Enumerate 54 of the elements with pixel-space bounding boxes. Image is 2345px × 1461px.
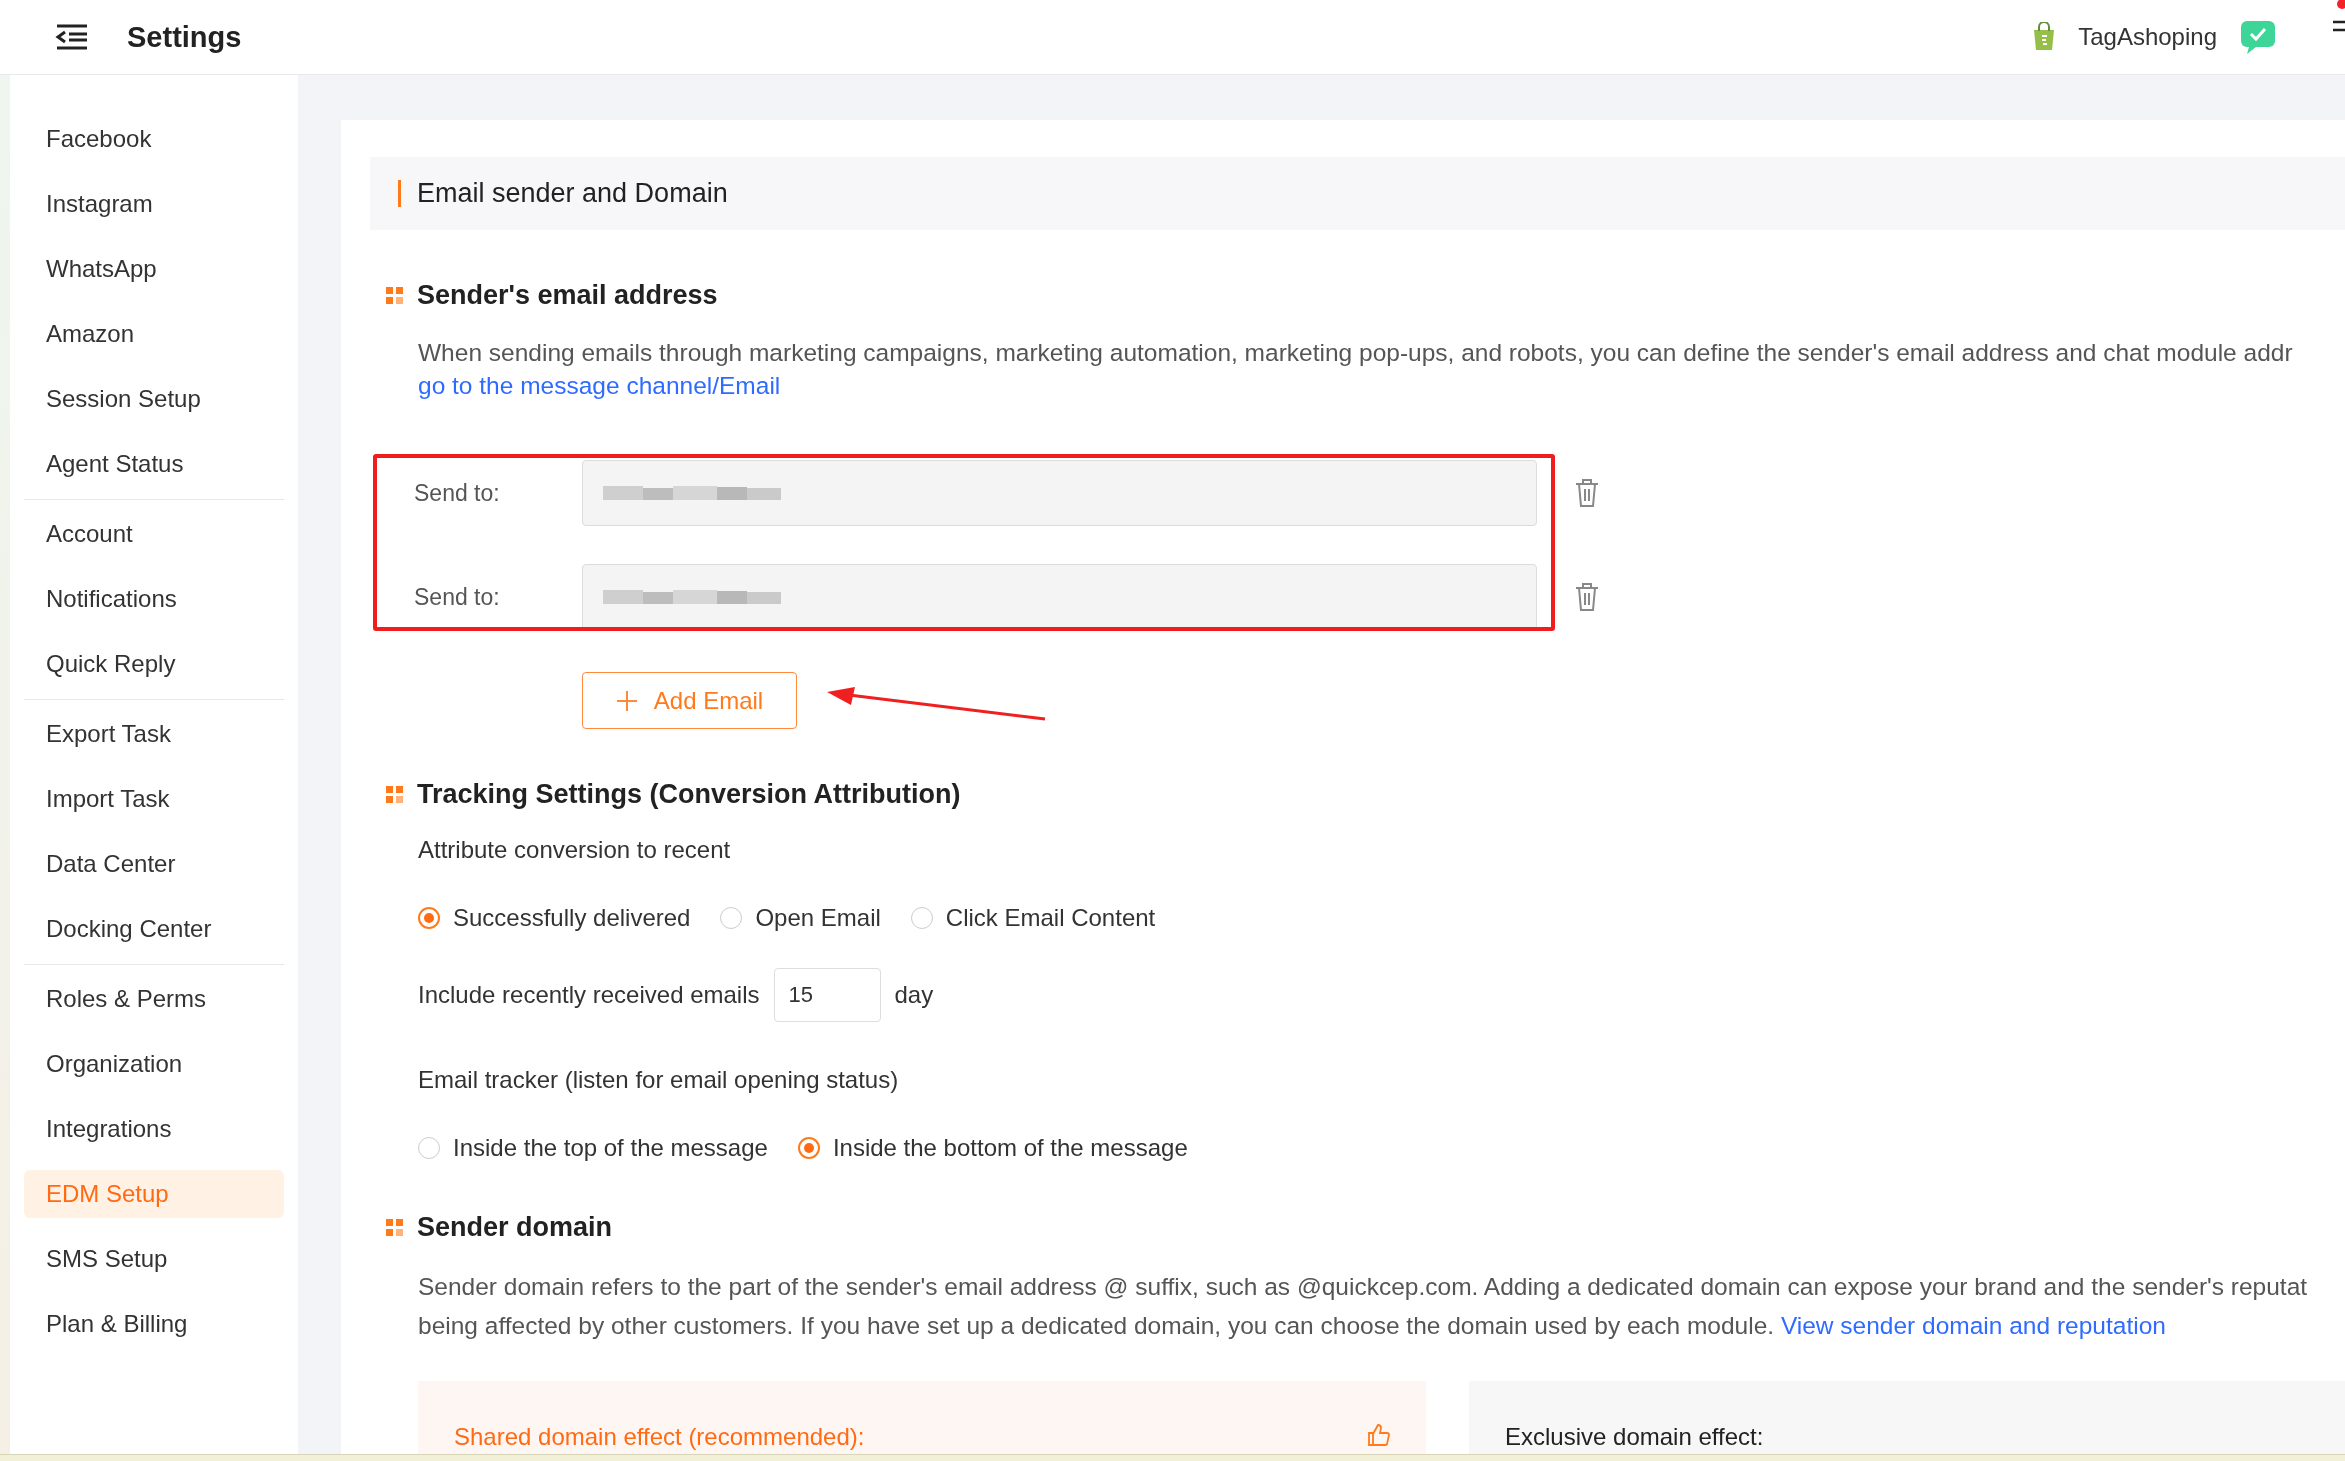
delete-icon[interactable] (1574, 478, 1600, 508)
field-label: Send to: (413, 479, 501, 507)
sidebar-item[interactable]: Docking Center (24, 905, 284, 953)
sidebar-item[interactable]: Agent Status (24, 440, 284, 488)
menu-icon[interactable] (55, 24, 89, 50)
delete-icon[interactable] (1574, 582, 1600, 612)
page-title: Settings (127, 20, 242, 54)
thumbs-up-icon (1366, 1423, 1390, 1447)
sidebar-item[interactable]: Integrations (24, 1105, 284, 1153)
sidebar-item[interactable]: Facebook (24, 115, 284, 163)
card-title: Shared domain effect (recommended): (454, 1423, 865, 1451)
sidebar-item[interactable]: Roles & Perms (24, 975, 284, 1023)
email-field[interactable] (582, 564, 1537, 630)
description-text: Sender domain refers to the part of the sender's email address @ suffix, such as @quickcep.com. Adding a dedicated domain can expose your brand and the sender's reputat being affected by other customers. If you have set up a dedicated domain, you can choose the domain used by each module. View sender domain and reputation (418, 1272, 2309, 1341)
field-label: Attribute conversion to recent (418, 836, 732, 864)
radio-label: Open Email (755, 904, 881, 932)
days-input[interactable]: 15 (773, 968, 881, 1022)
subsection-heading: Sender domain (417, 1212, 613, 1243)
email-field[interactable] (582, 460, 1537, 526)
subsection-heading: Sender's email address (417, 280, 718, 311)
domain-link[interactable]: View sender domain and reputation (1780, 1312, 2166, 1339)
sidebar-item[interactable]: Notifications (24, 575, 284, 623)
sidebar-item[interactable]: Export Task (24, 710, 284, 758)
radio-button[interactable] (910, 907, 933, 929)
sidebar-item[interactable]: Amazon (24, 310, 284, 358)
unit-label: day (894, 981, 934, 1009)
sidebar-item[interactable]: WhatsApp (24, 245, 284, 293)
radio-button[interactable] (720, 907, 743, 929)
sidebar-item[interactable]: Data Center (24, 840, 284, 888)
plus-icon (615, 689, 638, 712)
sidebar-item[interactable]: Instagram (24, 180, 284, 228)
radio-button[interactable] (797, 1137, 820, 1159)
field-label: Include recently received emails (418, 981, 760, 1009)
card-title: Exclusive domain effect: (1505, 1423, 1764, 1451)
grid-icon (386, 785, 404, 804)
sidebar-item[interactable]: SMS Setup (24, 1235, 284, 1283)
sidebar-item[interactable]: Import Task (24, 775, 284, 823)
radio-button[interactable] (418, 907, 440, 929)
radio-option[interactable]: Open Email (720, 904, 881, 932)
field-label: Send to: (413, 583, 501, 611)
grid-icon (386, 286, 404, 305)
grid-icon (386, 1218, 404, 1237)
radio-button[interactable] (418, 1137, 440, 1159)
description-text: When sending emails through marketing campaigns, marketing automation, marketing pop-ups, and robots, you can define the sender's email address and chat module addr (418, 338, 2294, 368)
sidebar-item[interactable]: Quick Reply (24, 640, 284, 688)
subsection-heading: Tracking Settings (Conversion Attribution) (417, 779, 961, 810)
sidebar-item[interactable]: Session Setup (24, 375, 284, 423)
channel-link[interactable]: go to the message channel/Email (418, 372, 781, 400)
field-label: Email tracker (listen for email opening status) (418, 1066, 900, 1094)
sidebar-item[interactable]: Account (24, 510, 284, 558)
sidebar-item[interactable]: Organization (24, 1040, 284, 1088)
section-title: Email sender and Domain (417, 178, 728, 209)
sidebar-item[interactable]: Plan & Billing (24, 1300, 284, 1348)
store-name[interactable]: TagAshoping (2078, 23, 2217, 51)
